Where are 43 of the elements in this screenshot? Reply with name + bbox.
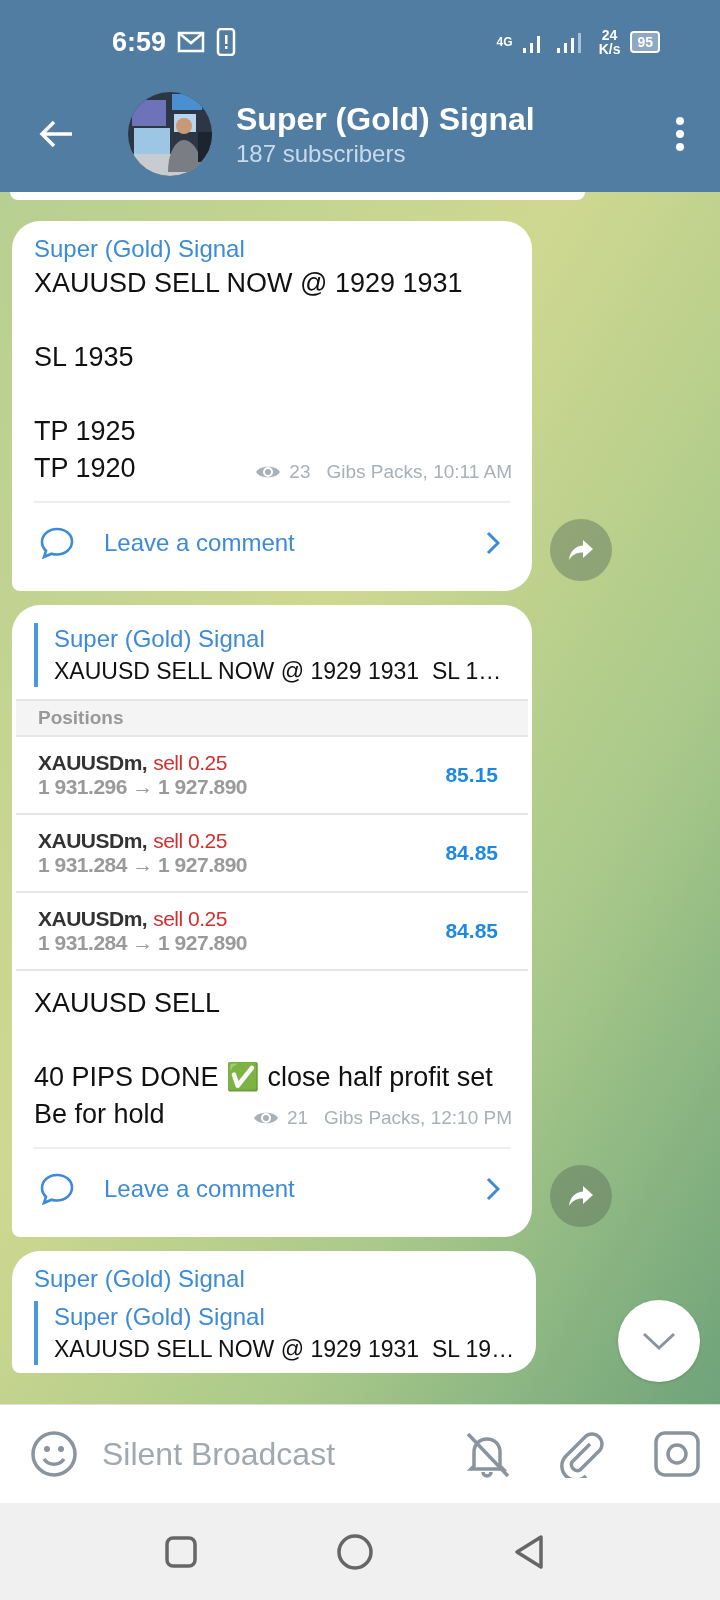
comment-link[interactable]: Leave a comment bbox=[34, 1147, 510, 1229]
message-line: 40 PIPS DONE ✅ close half profit set bbox=[34, 1061, 493, 1094]
channel-title: Super (Gold) Signal bbox=[236, 100, 536, 139]
comment-link[interactable]: Leave a comment bbox=[34, 501, 510, 583]
view-count: 23 bbox=[289, 461, 311, 483]
sender-name[interactable]: Super (Gold) Signal bbox=[12, 233, 532, 265]
battery-indicator: 95 bbox=[630, 31, 660, 53]
position-profit: 84.85 bbox=[445, 919, 498, 943]
quoted-sender: Super (Gold) Signal bbox=[54, 624, 266, 654]
position-symbol: XAUUSDm, bbox=[38, 829, 148, 853]
message-line: TP 1925 bbox=[34, 415, 136, 448]
position-side: sell 0.25 bbox=[153, 829, 227, 853]
position-prices: 1 931.284 → 1 927.890 bbox=[38, 853, 248, 877]
position-symbol: XAUUSDm, bbox=[38, 907, 148, 931]
network-type: 4G bbox=[496, 35, 513, 49]
position-side: sell 0.25 bbox=[153, 907, 227, 931]
position-side: sell 0.25 bbox=[153, 751, 227, 775]
view-count: 21 bbox=[286, 1107, 309, 1129]
speed-value: 24 bbox=[601, 28, 618, 42]
position-profit: 85.15 bbox=[445, 763, 498, 787]
reply-quote[interactable]: Super (Gold) Signal XAUUSD SELL NOW @ 1929 1931 SL 19… bbox=[34, 1301, 515, 1365]
quoted-text: XAUUSD SELL NOW @ 1929 1931 SL 1… bbox=[54, 657, 503, 686]
clock: 6:59 bbox=[112, 26, 167, 58]
message-meta: Gibs Packs, 12:10 PM bbox=[324, 1107, 512, 1129]
message-meta: Gibs Packs, 10:11 AM bbox=[326, 461, 512, 483]
message-line: SL 1935 bbox=[34, 341, 134, 374]
speed-unit: K/s bbox=[598, 42, 621, 56]
position-prices: 1 931.284 → 1 927.890 bbox=[38, 931, 248, 955]
quoted-sender: Super (Gold) Signal bbox=[54, 1302, 266, 1332]
message-line: Be for hold bbox=[34, 1098, 165, 1131]
message-line: XAUUSD SELL NOW @ 1929 1931 bbox=[34, 267, 463, 300]
message-line: XAUUSD SELL bbox=[34, 987, 221, 1020]
position-profit: 84.85 bbox=[445, 841, 498, 865]
reply-quote[interactable]: Super (Gold) Signal XAUUSD SELL NOW @ 1929 1931 SL 1… bbox=[34, 623, 510, 687]
subscriber-count: 187 subscribers bbox=[236, 139, 407, 169]
message-input[interactable]: Silent Broadcast bbox=[100, 1434, 424, 1474]
position-symbol: XAUUSDm, bbox=[38, 751, 148, 775]
quoted-text: XAUUSD SELL NOW @ 1929 1931 SL 19… bbox=[54, 1335, 515, 1364]
sender-name[interactable]: Super (Gold) Signal bbox=[12, 1263, 537, 1295]
position-prices: 1 931.296 → 1 927.890 bbox=[38, 775, 248, 799]
message-line: TP 1920 bbox=[34, 452, 136, 485]
positions-heading: Positions bbox=[38, 707, 124, 728]
positions-screenshot[interactable]: Positions XAUUSDm, sell 0.25 1 931.296 → 1 927.890 85.15 XAUUSDm, sell 0.25 1 931.284 → 1 927.890 84.85 XAUUSDm, sell 0.25 1 931.284 → 1 927.890 84.85 bbox=[16, 699, 528, 971]
